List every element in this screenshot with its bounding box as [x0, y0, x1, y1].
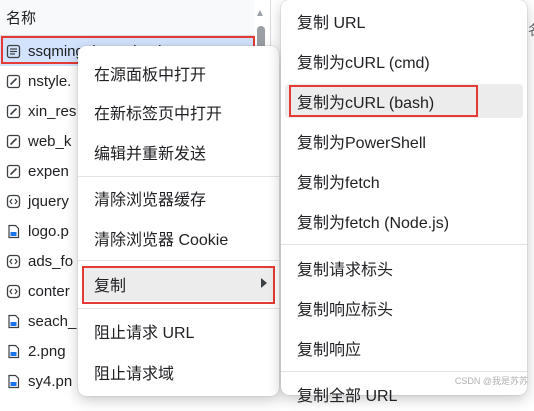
- image-icon: [6, 374, 21, 389]
- submenu-item-label: 复制为cURL (cmd): [297, 55, 430, 72]
- scroll-up-icon[interactable]: ▲: [255, 8, 265, 19]
- submenu-item-copy-fetch[interactable]: 复制为fetch: [285, 164, 523, 198]
- submenu-item-label: 复制响应: [297, 342, 362, 359]
- request-name: logo.p: [28, 222, 69, 240]
- menu-separator: [78, 176, 279, 177]
- menu-item-block-request-domain[interactable]: 阻止请求域: [82, 355, 275, 389]
- image-icon: [6, 314, 21, 329]
- menu-item-label: 清除浏览器 Cookie: [94, 232, 229, 249]
- submenu-item-label: 复制响应标头: [297, 302, 394, 319]
- menu-item-label: 在源面板中打开: [94, 67, 207, 84]
- stylesheet-icon: [6, 164, 21, 179]
- menu-item-label: 复制: [94, 278, 127, 295]
- menu-separator: [78, 260, 279, 261]
- submenu-item-label: 复制全部 URL: [297, 388, 398, 405]
- request-name: nstyle.: [28, 72, 72, 90]
- menu-item-label: 在新标签页中打开: [94, 106, 223, 123]
- submenu-item-label: 复制为cURL (bash): [297, 95, 435, 112]
- submenu-item-label: 复制为fetch: [297, 175, 380, 192]
- menu-item-open-in-sources[interactable]: 在源面板中打开: [82, 56, 275, 90]
- menu-item-label: 编辑并重新发送: [94, 146, 207, 163]
- document-icon: [6, 44, 21, 59]
- submenu-item-label: 复制为fetch (Node.js): [297, 215, 450, 232]
- stylesheet-icon: [6, 104, 21, 119]
- image-icon: [6, 224, 21, 239]
- request-name: 2.png: [28, 342, 66, 360]
- submenu-separator: [281, 371, 527, 372]
- submenu-arrow-icon: [261, 278, 267, 288]
- request-name: expen: [28, 162, 69, 180]
- request-context-menu: 在源面板中打开 在新标签页中打开 编辑并重新发送 清除浏览器缓存 清除浏览器 C…: [78, 46, 279, 396]
- copy-submenu: 复制 URL 复制为cURL (cmd) 复制为cURL (bash) 复制为P…: [281, 0, 527, 405]
- submenu-item-copy-url[interactable]: 复制 URL: [285, 4, 523, 38]
- menu-item-open-in-new-tab[interactable]: 在新标签页中打开: [82, 95, 275, 129]
- image-icon: [6, 344, 21, 359]
- right-edge-column-text: 名: [528, 20, 534, 40]
- menu-item-clear-cookies[interactable]: 清除浏览器 Cookie: [82, 221, 275, 255]
- menu-item-block-request-url[interactable]: 阻止请求 URL: [82, 314, 275, 348]
- request-name: xin_res: [28, 102, 77, 120]
- stylesheet-icon: [6, 134, 21, 149]
- menu-item-label: 阻止请求 URL: [94, 325, 195, 342]
- name-column-header[interactable]: 名称: [0, 0, 254, 36]
- name-column-header-label: 名称: [6, 10, 37, 27]
- request-name: ads_fo: [28, 252, 74, 270]
- script-icon: [6, 194, 21, 209]
- submenu-item-copy-response-headers[interactable]: 复制响应标头: [285, 291, 523, 325]
- script-icon: [6, 284, 21, 299]
- watermark: CSDN @我是苏苏: [454, 376, 528, 386]
- submenu-item-copy-fetch-nodejs[interactable]: 复制为fetch (Node.js): [285, 204, 523, 238]
- script-icon: [6, 254, 21, 269]
- menu-item-edit-and-resend[interactable]: 编辑并重新发送: [82, 135, 275, 169]
- submenu-item-label: 复制为PowerShell: [297, 135, 426, 152]
- submenu-item-label: 复制请求标头: [297, 262, 394, 279]
- submenu-separator: [281, 244, 527, 245]
- request-name: seach_: [28, 312, 77, 330]
- request-name: web_k: [28, 132, 72, 150]
- request-name: jquery: [28, 192, 69, 210]
- request-name: conter: [28, 282, 70, 300]
- menu-item-clear-cache[interactable]: 清除浏览器缓存: [82, 181, 275, 215]
- submenu-item-copy-request-headers[interactable]: 复制请求标头: [285, 251, 523, 285]
- submenu-item-copy-response[interactable]: 复制响应: [285, 331, 523, 365]
- stylesheet-icon: [6, 74, 21, 89]
- submenu-item-copy-curl-bash[interactable]: 复制为cURL (bash): [285, 84, 523, 118]
- submenu-item-label: 复制 URL: [297, 15, 366, 32]
- menu-separator: [78, 308, 279, 309]
- submenu-item-copy-powershell[interactable]: 复制为PowerShell: [285, 124, 523, 158]
- menu-item-label: 清除浏览器缓存: [94, 192, 207, 209]
- menu-item-copy[interactable]: 复制: [82, 267, 275, 301]
- submenu-item-copy-curl-cmd[interactable]: 复制为cURL (cmd): [285, 44, 523, 78]
- request-name: sy4.pn: [28, 372, 73, 390]
- menu-item-label: 阻止请求域: [94, 366, 175, 383]
